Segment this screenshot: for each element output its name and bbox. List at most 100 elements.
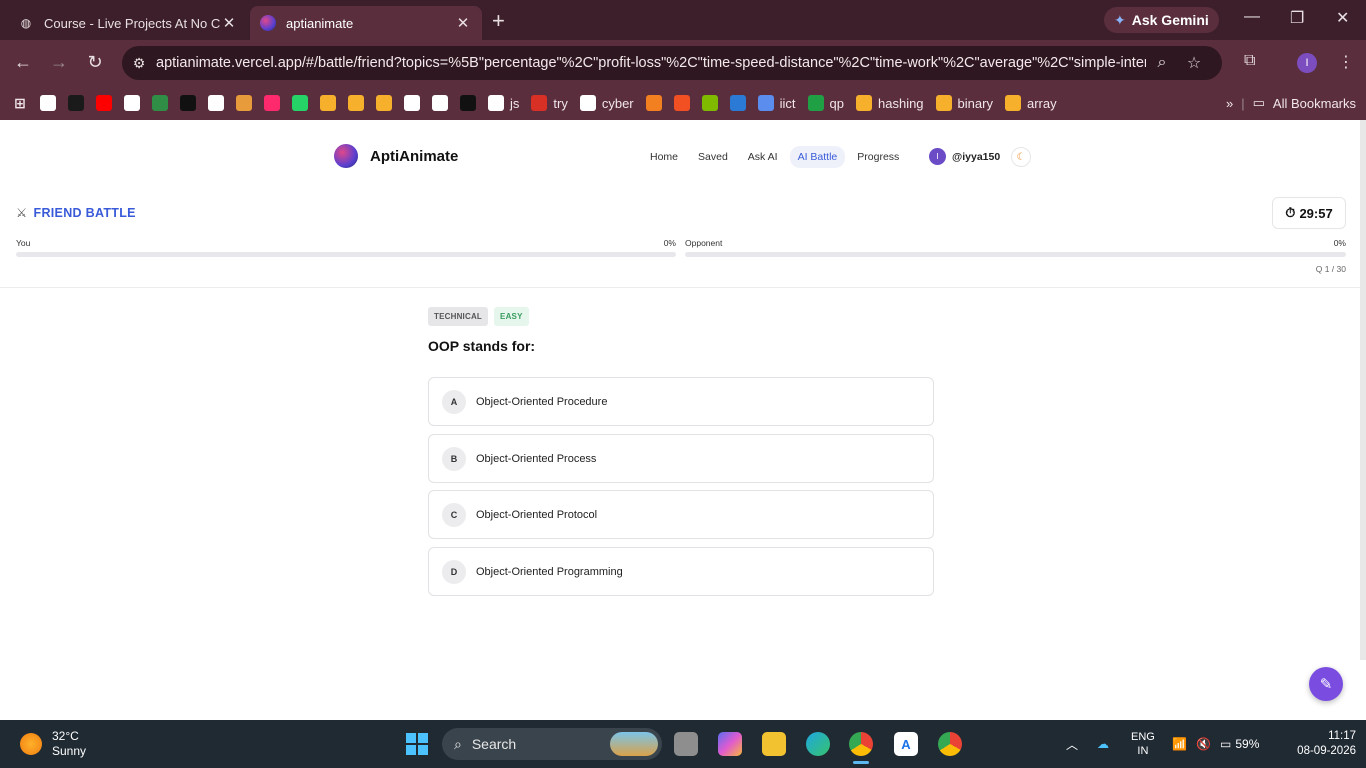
taskbar-search[interactable]: ⌕ Search — [442, 728, 662, 760]
nav-link-ask-ai[interactable]: Ask AI — [740, 146, 786, 168]
forward-icon[interactable]: → — [48, 52, 70, 73]
bookmark-item[interactable] — [40, 95, 56, 111]
nav-link-home[interactable]: Home — [642, 146, 686, 168]
bookmark-item[interactable] — [96, 95, 112, 111]
bookmark-item[interactable] — [376, 95, 392, 111]
bookmark-item[interactable] — [404, 95, 420, 111]
edge-icon[interactable] — [806, 732, 830, 756]
option-text: Object-Oriented Protocol — [476, 508, 598, 521]
bookmark-item[interactable] — [236, 95, 252, 111]
bookmark-item[interactable] — [292, 95, 308, 111]
file-explorer-icon[interactable] — [762, 732, 786, 756]
more-bookmarks-icon[interactable]: » — [1226, 96, 1233, 111]
search-highlight-image — [610, 732, 658, 756]
reload-icon[interactable]: ↻ — [84, 52, 106, 73]
new-tab-button[interactable]: + — [492, 8, 505, 34]
cc-icon — [376, 95, 392, 111]
apps-icon[interactable]: ⊞ — [12, 95, 28, 111]
hackerrank-icon — [180, 95, 196, 111]
question-text: OOP stands for: — [428, 338, 536, 354]
codechef-icon — [68, 95, 84, 111]
bookmark-item[interactable] — [701, 95, 718, 111]
gear-icon — [757, 95, 774, 111]
all-bookmarks-link[interactable]: All Bookmarks — [1273, 96, 1356, 111]
bookmark-item[interactable]: array — [1004, 95, 1057, 111]
profile-avatar[interactable]: I — [1297, 53, 1317, 73]
site-info-icon[interactable]: ⚙ — [122, 55, 156, 72]
nav-link-progress[interactable]: Progress — [849, 146, 907, 168]
weather-widget[interactable]: 32°C Sunny — [20, 729, 86, 759]
address-bar[interactable]: ⚙ aptianimate.vercel.app/#/battle/friend… — [122, 46, 1222, 80]
chrome-profile-icon[interactable] — [938, 732, 962, 756]
task-view-icon[interactable] — [674, 732, 698, 756]
close-tab-icon[interactable]: ✕ — [220, 14, 238, 32]
bookmark-item[interactable] — [208, 95, 224, 111]
option-c[interactable]: C Object-Oriented Protocol — [428, 490, 934, 539]
brain-logo-icon — [334, 144, 358, 168]
bookmark-item[interactable] — [68, 95, 84, 111]
bookmark-item[interactable] — [348, 95, 364, 111]
bookmark-item[interactable] — [264, 95, 280, 111]
theme-toggle-moon-icon[interactable]: ☾ — [1011, 147, 1031, 167]
bookmark-item[interactable] — [645, 95, 662, 111]
show-hidden-icons[interactable]: ︿ — [1066, 720, 1078, 768]
zoom-icon[interactable]: ⌕ — [1146, 54, 1178, 72]
brand[interactable]: AptiAnimate — [334, 144, 458, 168]
bookmark-item[interactable]: iict — [757, 95, 796, 111]
bookmark-item[interactable] — [124, 95, 140, 111]
bookmark-label: hashing — [878, 95, 924, 111]
weather-condition: Sunny — [52, 744, 87, 758]
nav-link-ai-battle[interactable]: AI Battle — [789, 146, 846, 168]
option-d[interactable]: D Object-Oriented Programming — [428, 547, 934, 596]
bookmark-item[interactable]: qp — [807, 95, 844, 111]
bookmark-item[interactable]: hashing — [856, 95, 924, 111]
nav-link-saved[interactable]: Saved — [690, 146, 736, 168]
copilot-icon[interactable] — [718, 732, 742, 756]
option-b[interactable]: B Object-Oriented Process — [428, 434, 934, 483]
clock-date: 08-09-2026 — [1297, 745, 1356, 757]
language-indicator[interactable]: ENG IN — [1131, 720, 1155, 768]
menu-icon[interactable]: ⋮ — [1338, 52, 1354, 72]
bookmark-item[interactable] — [729, 95, 746, 111]
back-icon[interactable]: ← — [12, 52, 34, 73]
bookmark-item[interactable] — [152, 95, 168, 111]
bookmark-item[interactable] — [432, 95, 448, 111]
windows-start-icon[interactable] — [405, 732, 429, 756]
bookmark-item[interactable] — [673, 95, 690, 111]
user-profile[interactable]: I @iyya150 — [929, 148, 1000, 165]
bookmark-item[interactable] — [180, 95, 196, 111]
bookmark-item[interactable]: js — [488, 95, 519, 111]
bookmark-item[interactable] — [460, 95, 476, 111]
bookmark-item[interactable] — [320, 95, 336, 111]
bookmark-item[interactable]: binary — [935, 95, 993, 111]
close-window-icon[interactable]: ✕ — [1336, 8, 1349, 28]
page-scrollbar[interactable] — [1360, 120, 1366, 660]
pencil-fab-button[interactable]: ✎ — [1309, 667, 1343, 701]
divider — [0, 287, 1360, 288]
bookmark-star-icon[interactable]: ☆ — [1178, 53, 1210, 73]
cc-icon — [856, 95, 872, 111]
battery-icon: ▭ — [1220, 737, 1232, 751]
nav-links: Home Saved Ask AI AI Battle Progress — [642, 146, 907, 168]
url-text[interactable]: aptianimate.vercel.app/#/battle/friend?t… — [156, 55, 1146, 71]
extensions-icon[interactable]: ⧉ — [1244, 52, 1255, 70]
system-clock[interactable]: 11:17 08-09-2026 — [1297, 729, 1356, 759]
clock-time: 11:17 — [1328, 730, 1356, 742]
opponent-percent: 0% — [1333, 238, 1346, 248]
restore-icon[interactable]: ❐ — [1290, 8, 1304, 28]
tab-aptianimate[interactable]: aptianimate ✕ — [250, 6, 482, 40]
battery-indicator[interactable]: ▭ 59% — [1220, 720, 1259, 768]
speaker-muted-icon[interactable]: 🔇 — [1196, 720, 1211, 768]
crossed-swords-icon: ⚔ — [16, 206, 28, 220]
chrome-icon[interactable] — [849, 732, 873, 756]
bookmark-item[interactable]: cyber — [579, 95, 634, 111]
onedrive-cloud-icon[interactable]: ☁ — [1097, 720, 1109, 768]
tab-course[interactable]: ◍ Course - Live Projects At No Co ✕ — [8, 6, 248, 40]
ask-gemini-button[interactable]: ✦ Ask Gemini — [1104, 7, 1219, 33]
close-tab-icon[interactable]: ✕ — [454, 14, 472, 32]
bookmark-item[interactable]: try — [531, 95, 568, 111]
minimize-icon[interactable]: — — [1244, 8, 1260, 26]
wifi-icon[interactable]: 📶 — [1172, 720, 1187, 768]
app-a-icon[interactable]: A — [894, 732, 918, 756]
option-a[interactable]: A Object-Oriented Procedure — [428, 377, 934, 426]
